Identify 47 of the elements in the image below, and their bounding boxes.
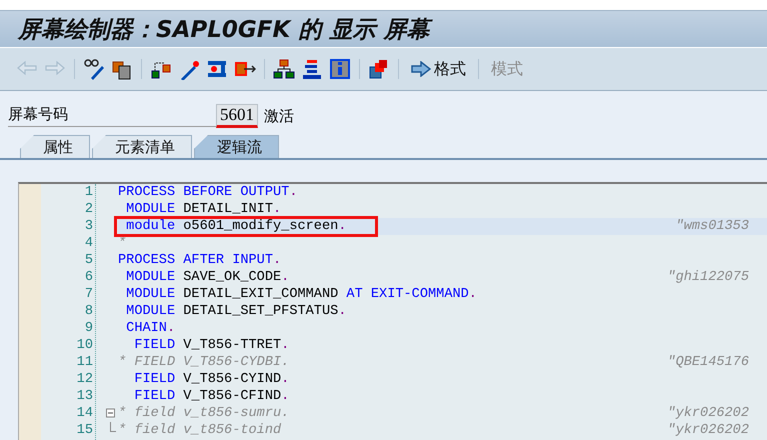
code-line: MODULE DETAIL_SET_PFSTATUS. — [125, 303, 348, 320]
clamp-icon[interactable] — [206, 58, 228, 80]
code-comment: "ykr026202 — [666, 406, 749, 421]
stack-icon[interactable] — [301, 58, 323, 80]
line-number: 12 — [76, 371, 94, 388]
line-number: 11 — [76, 354, 94, 371]
line-number: 14 — [76, 405, 94, 422]
tab[interactable]: 逻辑流 — [194, 135, 279, 158]
info-icon[interactable] — [329, 58, 351, 80]
line-number: 15 — [76, 422, 94, 439]
field-label: 屏幕号码 — [8, 105, 216, 127]
code-line: CHAIN. — [125, 320, 176, 337]
code-line: PROCESS AFTER INPUT. — [118, 252, 282, 269]
line-number: 1 — [84, 184, 94, 201]
line-number: 10 — [76, 337, 94, 354]
code-line: MODULE SAVE_OK_CODE. "ghi122075 — [125, 269, 750, 286]
code-line: FIELD V_T856-CFIND. — [133, 388, 290, 405]
tab[interactable]: 属性 — [20, 135, 90, 158]
code-line: * field v_t856-sumru. "ykr026202 — [118, 405, 767, 422]
line-number: 8 — [84, 303, 94, 320]
code-line: * FIELD V_T856-CYDBI. "QBE145176 — [118, 354, 750, 371]
toolbar-button[interactable]: 格式 — [407, 58, 470, 80]
code-line: PROCESS BEFORE OUTPUT. — [118, 184, 298, 201]
code-line: MODULE DETAIL_EXIT_COMMAND AT EXIT-COMMAND. — [125, 286, 478, 303]
status-text: 激活 — [264, 106, 294, 126]
code-line: MODULE DETAIL_INIT. — [125, 201, 282, 218]
line-number: 13 — [76, 388, 94, 405]
code-comment: "ykr026202 — [666, 423, 749, 438]
line-number: 6 — [84, 269, 94, 286]
code-comment: "QBE145176 — [666, 355, 749, 370]
code-line: FIELD V_T856-CYIND. — [133, 371, 290, 388]
tab[interactable]: 元素清单 — [92, 135, 192, 158]
line-number: 9 — [84, 320, 94, 337]
arrow-icon — [411, 61, 431, 77]
line-number: 4 — [84, 235, 94, 252]
line-number: 2 — [84, 201, 94, 218]
code-line: * field v_t856-toind "ykr026202 — [118, 422, 767, 439]
screen-number-field[interactable]: 5601 — [216, 104, 258, 128]
code-line: FIELD V_T856-TTRET. — [133, 337, 290, 354]
line-number: 3 — [84, 218, 94, 235]
line-number: 5 — [84, 252, 94, 269]
hierarchy-icon[interactable] — [273, 58, 295, 80]
code-comment: "wms01353 — [674, 219, 749, 234]
glasses-pencil-icon[interactable] — [83, 58, 105, 80]
code-comment: "ghi122075 — [666, 270, 749, 285]
line-number: 7 — [84, 286, 94, 303]
layers-icon[interactable] — [368, 58, 390, 80]
